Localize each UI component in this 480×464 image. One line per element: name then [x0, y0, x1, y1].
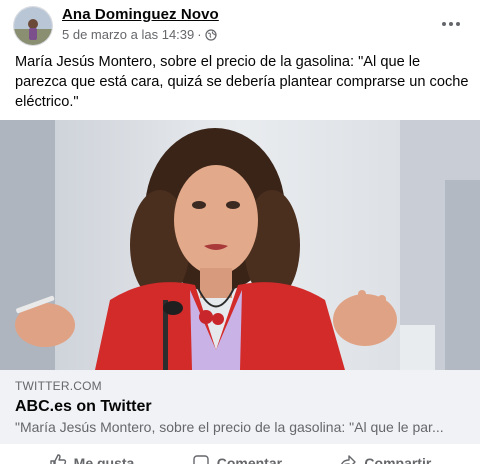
avatar[interactable] [13, 6, 53, 46]
post-text: María Jesús Montero, sobre el precio de … [15, 54, 469, 110]
link-title[interactable]: ABC.es on Twitter [15, 398, 465, 416]
comment-label: Comentar [216, 455, 283, 464]
link-preview-image[interactable] [0, 120, 480, 370]
more-options-icon [441, 14, 461, 32]
author-name-link[interactable]: Ana Dominguez Novo [62, 6, 219, 23]
share-label: Compartir [364, 455, 432, 464]
more-options-button[interactable] [436, 8, 466, 38]
comment-button[interactable]: Comentar [192, 448, 282, 464]
comment-icon [192, 453, 210, 464]
link-domain: TWITTER.COM [15, 379, 102, 393]
meta-separator: · [197, 27, 202, 42]
post-timestamp[interactable]: 5 de marzo a las 14:39 [62, 27, 194, 42]
post-header: Ana Dominguez Novo 5 de marzo a las 14:3… [0, 0, 480, 48]
like-label: Me gusta [73, 455, 135, 464]
globe-icon [204, 28, 217, 41]
post-action-bar: Me gusta Comentar Compartir [0, 448, 480, 464]
share-icon [339, 453, 357, 464]
link-preview-info[interactable]: TWITTER.COM ABC.es on Twitter "María Jes… [0, 370, 480, 444]
thumbs-up-icon [49, 453, 67, 464]
like-button[interactable]: Me gusta [49, 448, 135, 464]
link-preview-card[interactable]: TWITTER.COM ABC.es on Twitter "María Jes… [0, 120, 480, 444]
link-description: "María Jesús Montero, sobre el precio de… [15, 419, 444, 435]
post-meta: 5 de marzo a las 14:39 · [62, 27, 217, 42]
share-button[interactable]: Compartir [339, 448, 431, 464]
